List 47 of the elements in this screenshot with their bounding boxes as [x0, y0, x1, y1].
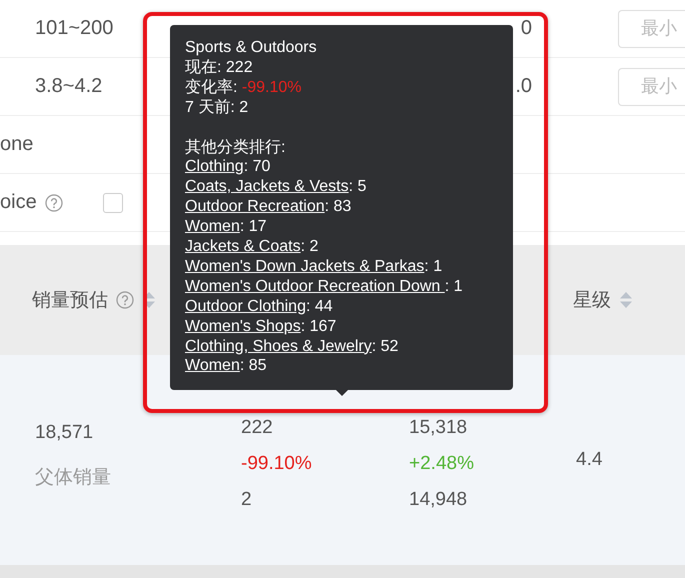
- filter-label: oice: [0, 191, 37, 214]
- ranking-line: Women's Outdoor Recreation Down : 1: [185, 276, 464, 297]
- rank-value: 2: [241, 489, 253, 511]
- checkbox[interactable]: [102, 192, 123, 212]
- ranking-line: Jackets & Coats: 2: [185, 237, 320, 257]
- column-header: 销量预估: [32, 289, 108, 313]
- min-field[interactable]: 最小: [618, 10, 685, 48]
- category-link[interactable]: Outdoor Clothing: [185, 298, 306, 315]
- ranking-line: Women: 17: [185, 217, 268, 238]
- tooltip-line: 7 天前: 2: [185, 98, 250, 118]
- ranking-line: Clothing, Shoes & Jewelry: 52: [185, 336, 400, 356]
- range-option[interactable]: 0: [520, 17, 532, 40]
- range-option[interactable]: .0: [515, 75, 532, 98]
- category-link[interactable]: Women's Shops: [185, 318, 301, 335]
- rank-value: 222: [241, 417, 274, 439]
- ranking-line: Clothing: 70: [185, 157, 272, 178]
- category-link[interactable]: Clothing, Shoes & Jewelry: [185, 338, 372, 355]
- sales-note: 父体销量: [35, 466, 112, 490]
- filter-label: one: [0, 133, 34, 156]
- ranking-line: Outdoor Recreation: 83: [185, 197, 352, 218]
- category-link[interactable]: Jackets & Coats: [185, 238, 301, 256]
- tooltip-line: 变化率: -99.10%: [185, 78, 302, 98]
- sales-estimate: 18,571: [35, 422, 94, 444]
- rating-value: 4.4: [576, 449, 602, 470]
- category-link[interactable]: Women's Down Jackets & Parkas: [185, 258, 424, 275]
- category-link[interactable]: Women: [185, 357, 240, 374]
- ranking-line: Women: 85: [185, 356, 268, 376]
- category-link[interactable]: Women: [185, 218, 240, 236]
- column-header: 星级: [573, 289, 611, 313]
- rank-value: +2.48%: [409, 453, 475, 475]
- min-field[interactable]: 最小: [618, 68, 685, 106]
- rank-value: -99.10%: [241, 453, 313, 475]
- category-link[interactable]: Coats, Jackets & Vests: [185, 178, 349, 196]
- ranking-line: Outdoor Clothing: 44: [185, 296, 334, 317]
- rank-value: 14,948: [409, 489, 468, 511]
- tooltip-line: 现在: 222: [185, 58, 254, 78]
- ranking-line: Women's Down Jackets & Parkas: 1: [185, 256, 444, 277]
- help-icon[interactable]: [44, 194, 63, 212]
- category-link[interactable]: Women's Outdoor Recreation Down: [185, 278, 445, 295]
- ranking-line: Women's Shops: 167: [185, 316, 338, 337]
- category-link[interactable]: Clothing: [185, 158, 244, 176]
- category-link[interactable]: Outdoor Recreation: [185, 198, 325, 216]
- ranking-heading: 其他分类排行:: [185, 138, 286, 158]
- rank-value: 15,318: [409, 417, 468, 439]
- help-icon[interactable]: [116, 291, 134, 309]
- tooltip-title: Sports & Outdoors: [185, 38, 318, 58]
- ranking-line: Coats, Jackets & Vests: 5: [185, 177, 368, 198]
